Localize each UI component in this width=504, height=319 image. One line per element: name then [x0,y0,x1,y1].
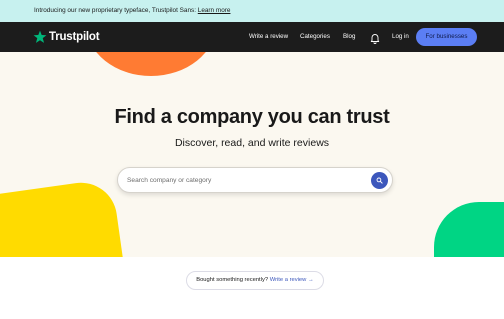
top-nav: Trustpilot Write a review Categories Blo… [0,22,504,52]
hero-section: Find a company you can trust Discover, r… [0,52,504,257]
hero-subtitle: Discover, read, and write reviews [174,137,330,149]
nav-blog[interactable]: Blog [343,22,355,52]
for-businesses-button[interactable]: For businesses [416,28,477,46]
write-review-link[interactable]: Write a review → [270,277,314,283]
announcement-text: Introducing our new proprietary typeface… [34,7,196,14]
nav-write-review[interactable]: Write a review [249,22,288,52]
search-bar [117,167,393,193]
nav-login[interactable]: Log in [392,22,409,52]
logo-wordmark: Trustpilot [49,31,100,43]
write-review-link-label: Write a review [269,277,307,283]
search-icon [376,177,383,184]
nav-categories[interactable]: Categories [300,22,330,52]
search-input[interactable] [127,172,365,188]
announcement-bar: Introducing our new proprietary typeface… [0,0,504,22]
arrow-right-icon: → [307,277,314,283]
prompt-text: Bought something recently? [196,277,269,283]
decor-green-shape [434,202,504,257]
star-icon [33,30,47,43]
decor-yellow-shape [0,178,127,257]
trustpilot-logo[interactable]: Trustpilot [33,28,100,46]
search-button[interactable] [371,172,388,189]
bell-icon[interactable] [369,31,381,45]
hero-title: Find a company you can trust [114,106,390,128]
learn-more-link[interactable]: Learn more [198,7,231,14]
write-review-prompt: Bought something recently? Write a revie… [186,271,324,290]
decor-orange-shape [86,52,216,76]
